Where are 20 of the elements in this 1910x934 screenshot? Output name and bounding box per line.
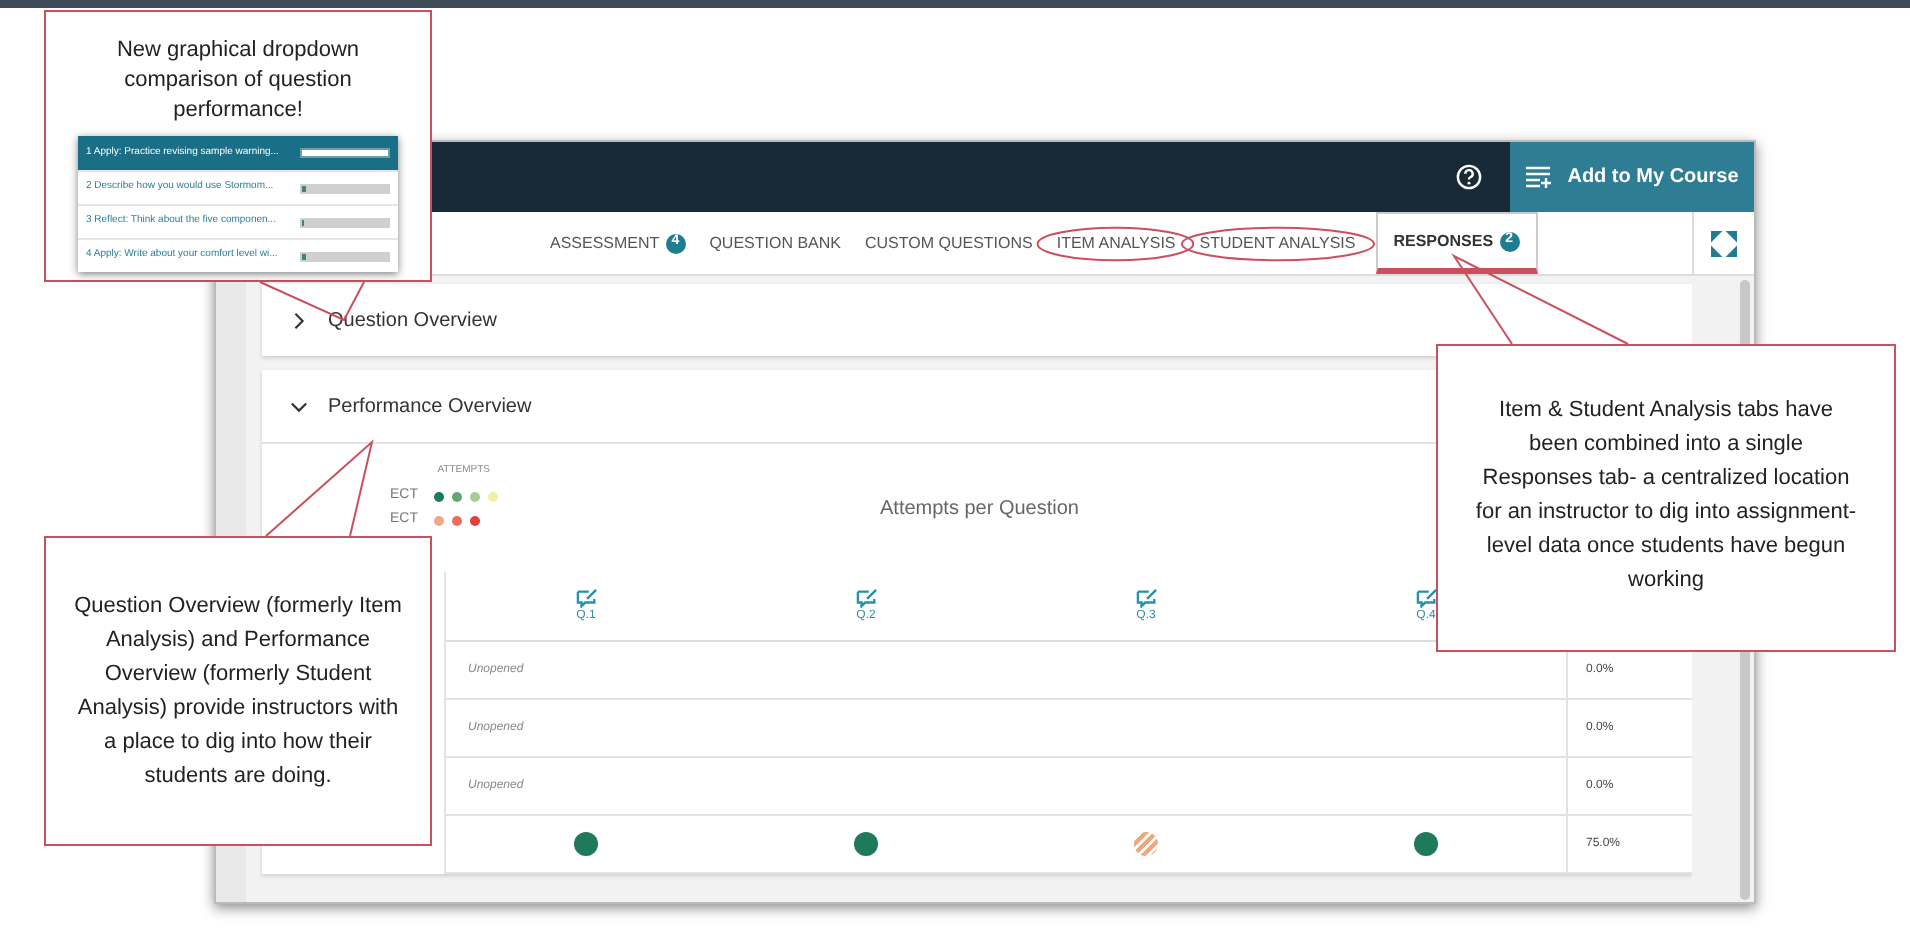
edit-note-icon[interactable] — [855, 587, 877, 607]
tab[interactable]: STUDENT ANALYSIS — [1187, 212, 1368, 274]
section-title[interactable]: Question Overview — [328, 305, 497, 335]
chevron-right-icon[interactable] — [290, 311, 308, 329]
callout-text: New graphical dropdown comparison of question performance! — [114, 36, 362, 126]
tab[interactable]: CUSTOM QUESTIONS — [852, 212, 1045, 274]
tab[interactable]: ITEM ANALYSIS — [1044, 212, 1188, 274]
chart-title: Attempts per Question — [880, 496, 1079, 524]
callout-text: Question Overview (formerly Item Analysis) and Performance Overview (formerly Student Analysis) provide instructors with a place to dig into how their students are doing. — [72, 591, 404, 791]
chevron-down-icon[interactable] — [290, 397, 308, 415]
list-add-icon — [1525, 166, 1552, 188]
callout-text: Item & Student Analysis tabs have been combined into a single Responses tab- a centralized location for an instructor to dig into assignment-level data once students have begun working — [1474, 396, 1858, 596]
section-title[interactable]: Performance Overview — [328, 391, 532, 421]
edit-note-icon[interactable] — [575, 587, 597, 607]
add-to-course-button[interactable]: Add to My Course — [1510, 142, 1754, 212]
edit-note-icon[interactable] — [1415, 587, 1437, 607]
tab[interactable]: QUESTION BANK — [697, 212, 853, 274]
expand-icon — [1710, 229, 1738, 257]
help-icon[interactable] — [1456, 164, 1482, 190]
edit-note-icon[interactable] — [1135, 587, 1157, 607]
